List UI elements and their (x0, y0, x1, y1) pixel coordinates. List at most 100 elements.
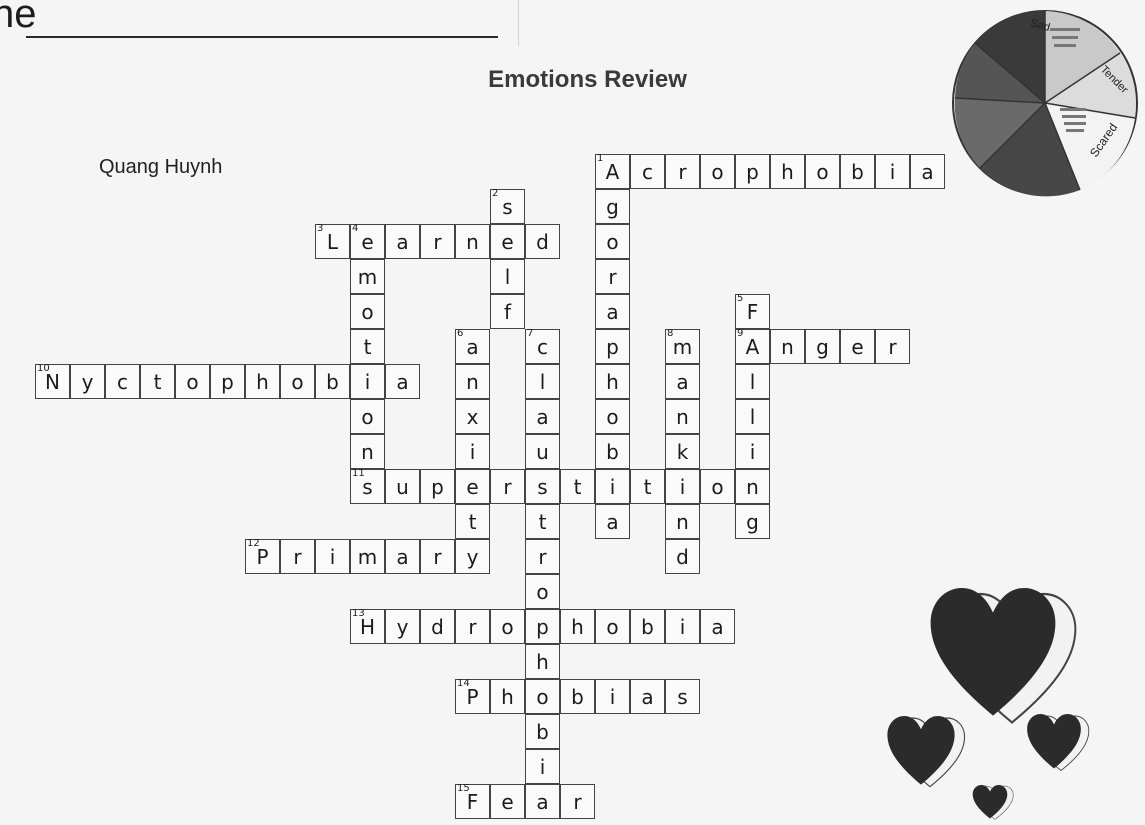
crossword-cell[interactable]: a (665, 364, 700, 399)
crossword-cell[interactable]: t (350, 329, 385, 364)
crossword-cell[interactable]: u (525, 434, 560, 469)
crossword-cell[interactable]: a (595, 294, 630, 329)
crossword-cell[interactable]: o (805, 154, 840, 189)
crossword-cell[interactable]: h (770, 154, 805, 189)
crossword-cell[interactable]: e (455, 469, 490, 504)
crossword-cell[interactable]: h (490, 679, 525, 714)
crossword-cell[interactable]: a (525, 784, 560, 819)
crossword-cell[interactable]: n (455, 224, 490, 259)
crossword-cell[interactable]: 4e (350, 224, 385, 259)
crossword-cell[interactable]: 8m (665, 329, 700, 364)
crossword-cell[interactable]: o (525, 574, 560, 609)
crossword-cell[interactable]: 5F (735, 294, 770, 329)
crossword-cell[interactable]: r (455, 609, 490, 644)
crossword-cell[interactable]: n (455, 364, 490, 399)
crossword-cell[interactable]: l (490, 259, 525, 294)
crossword-cell[interactable]: 15 F (455, 784, 490, 819)
crossword-cell[interactable]: 10 N (35, 364, 70, 399)
crossword-cell[interactable]: i (455, 434, 490, 469)
crossword-cell[interactable]: o (700, 469, 735, 504)
crossword-cell[interactable]: m (350, 259, 385, 294)
crossword-cell[interactable]: 12 P (245, 539, 280, 574)
crossword-cell[interactable]: r (280, 539, 315, 574)
crossword-cell[interactable]: h (560, 609, 595, 644)
crossword-cell[interactable]: x (455, 399, 490, 434)
crossword-cell[interactable]: t (455, 504, 490, 539)
crossword-cell[interactable]: r (560, 784, 595, 819)
crossword-cell[interactable]: o (700, 154, 735, 189)
crossword-cell[interactable]: 7c (525, 329, 560, 364)
crossword-cell[interactable]: i (525, 749, 560, 784)
crossword-cell[interactable]: 9A (735, 329, 770, 364)
crossword-cell[interactable]: o (525, 679, 560, 714)
crossword-cell[interactable]: r (875, 329, 910, 364)
crossword-cell[interactable]: a (385, 364, 420, 399)
crossword-cell[interactable]: s (525, 469, 560, 504)
crossword-cell[interactable]: h (245, 364, 280, 399)
crossword-cell[interactable]: 13 H (350, 609, 385, 644)
crossword-cell[interactable]: f (490, 294, 525, 329)
crossword-cell[interactable]: h (595, 364, 630, 399)
crossword-cell[interactable]: n (665, 399, 700, 434)
crossword-cell[interactable]: e (840, 329, 875, 364)
crossword-cell[interactable]: a (385, 539, 420, 574)
crossword-cell[interactable]: e (490, 784, 525, 819)
crossword-cell[interactable]: a (630, 679, 665, 714)
crossword-cell[interactable]: 11 s (350, 469, 385, 504)
crossword-cell[interactable]: i (735, 434, 770, 469)
crossword-cell[interactable]: n (735, 469, 770, 504)
crossword-cell[interactable]: l (525, 364, 560, 399)
crossword-cell[interactable]: r (420, 539, 455, 574)
crossword-cell[interactable]: y (385, 609, 420, 644)
crossword-cell[interactable]: 3L (315, 224, 350, 259)
crossword-cell[interactable]: g (735, 504, 770, 539)
crossword-cell[interactable]: a (700, 609, 735, 644)
crossword-cell[interactable]: d (665, 539, 700, 574)
crossword-cell[interactable]: r (595, 259, 630, 294)
crossword-cell[interactable]: b (630, 609, 665, 644)
crossword-cell[interactable]: d (525, 224, 560, 259)
crossword-cell[interactable]: p (210, 364, 245, 399)
crossword-cell[interactable]: l (735, 399, 770, 434)
crossword-cell[interactable]: o (595, 224, 630, 259)
crossword-cell[interactable]: o (490, 609, 525, 644)
crossword-cell[interactable]: 1A (595, 154, 630, 189)
crossword-cell[interactable]: b (315, 364, 350, 399)
crossword-cell[interactable]: 6a (455, 329, 490, 364)
crossword-cell[interactable]: n (770, 329, 805, 364)
crossword-cell[interactable]: o (280, 364, 315, 399)
crossword-cell[interactable]: l (735, 364, 770, 399)
crossword-cell[interactable]: a (910, 154, 945, 189)
crossword-cell[interactable]: s (665, 679, 700, 714)
crossword-cell[interactable]: b (525, 714, 560, 749)
crossword-cell[interactable]: b (595, 434, 630, 469)
crossword-cell[interactable]: g (595, 189, 630, 224)
crossword-cell[interactable]: i (665, 609, 700, 644)
crossword-cell[interactable]: p (595, 329, 630, 364)
crossword-cell[interactable]: u (385, 469, 420, 504)
crossword-cell[interactable]: r (420, 224, 455, 259)
crossword-cell[interactable]: t (630, 469, 665, 504)
crossword-cell[interactable]: b (560, 679, 595, 714)
crossword-cell[interactable]: d (420, 609, 455, 644)
crossword-cell[interactable]: i (875, 154, 910, 189)
crossword-cell[interactable]: o (350, 399, 385, 434)
crossword-cell[interactable]: c (105, 364, 140, 399)
crossword-cell[interactable]: c (630, 154, 665, 189)
crossword-cell[interactable]: 2s (490, 189, 525, 224)
crossword-cell[interactable]: i (315, 539, 350, 574)
crossword-cell[interactable]: a (525, 399, 560, 434)
crossword-cell[interactable]: o (350, 294, 385, 329)
crossword-cell[interactable]: y (455, 539, 490, 574)
crossword-cell[interactable]: 14 P (455, 679, 490, 714)
crossword-cell[interactable]: g (805, 329, 840, 364)
crossword-cell[interactable]: o (595, 609, 630, 644)
crossword-cell[interactable]: b (840, 154, 875, 189)
crossword-cell[interactable]: n (350, 434, 385, 469)
crossword-cell[interactable]: i (595, 679, 630, 714)
crossword-cell[interactable]: r (490, 469, 525, 504)
crossword-cell[interactable]: t (560, 469, 595, 504)
crossword-cell[interactable]: y (70, 364, 105, 399)
crossword-cell[interactable]: a (595, 504, 630, 539)
crossword-cell[interactable]: p (420, 469, 455, 504)
